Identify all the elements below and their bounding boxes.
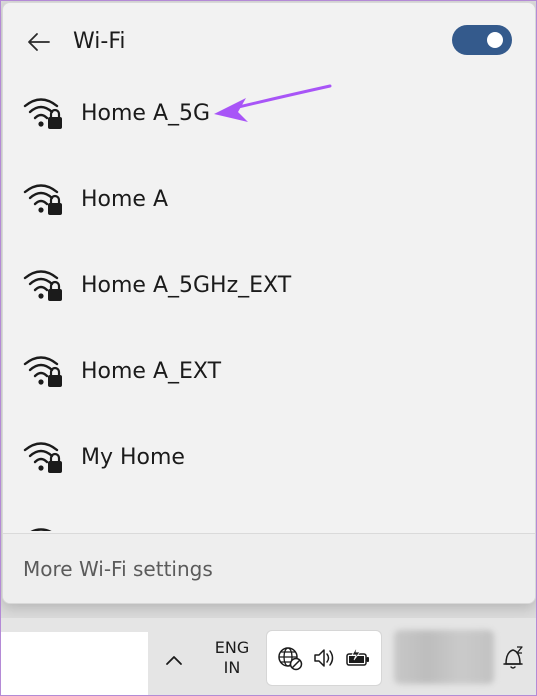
- page-title: Wi-Fi: [73, 29, 126, 54]
- network-name: Home A_EXT: [81, 359, 222, 384]
- taskbar-search-box[interactable]: [0, 632, 148, 696]
- globe-no-internet-icon: [278, 647, 303, 671]
- volume-icon: [314, 649, 334, 667]
- chevron-up-icon: [166, 656, 182, 665]
- lang-secondary: IN: [223, 658, 241, 677]
- wifi-toggle[interactable]: [452, 25, 512, 55]
- wifi-secured-icon: [23, 356, 62, 387]
- network-name: My Home: [81, 445, 185, 470]
- network-item-home-a[interactable]: Home A: [3, 159, 535, 243]
- wifi-secured-icon: [23, 184, 62, 215]
- network-item-home-a-ext[interactable]: Home A_EXT: [3, 331, 535, 415]
- wifi-secured-icon: [30, 528, 52, 531]
- taskbar: ENG IN: [0, 618, 537, 696]
- more-wifi-settings-link[interactable]: More Wi-Fi settings: [23, 554, 213, 584]
- wifi-secured-icon: [23, 270, 62, 301]
- network-list: Home A_5G Home A Home A_5GHz_EXT Home A_…: [3, 73, 535, 531]
- network-item-my-home[interactable]: My Home: [3, 417, 535, 501]
- network-name: Home A_5G: [81, 101, 211, 126]
- wifi-footer: More Wi-Fi settings: [3, 534, 535, 603]
- back-arrow-icon: [28, 33, 50, 51]
- quick-settings-button[interactable]: [266, 630, 382, 686]
- wifi-secured-icon: [23, 442, 62, 473]
- back-button[interactable]: [23, 27, 55, 57]
- battery-charging-icon: [346, 646, 369, 666]
- network-item-home-a-5ghz-ext[interactable]: Home A_5GHz_EXT: [3, 245, 535, 329]
- wifi-secured-icon: [23, 98, 62, 129]
- show-hidden-icons-button[interactable]: [158, 644, 190, 676]
- network-name: Home A: [81, 187, 169, 212]
- notification-dnd-icon[interactable]: [500, 644, 528, 672]
- lang-primary: ENG: [214, 638, 250, 657]
- network-item-partial[interactable]: [3, 503, 535, 531]
- wifi-header: Wi-Fi: [3, 3, 535, 79]
- toggle-knob: [487, 32, 503, 48]
- input-language-indicator[interactable]: ENG IN: [206, 638, 258, 678]
- blurred-clock[interactable]: [394, 630, 494, 684]
- annotation-arrow-icon: [214, 84, 332, 122]
- network-name: Home A_5GHz_EXT: [81, 273, 292, 298]
